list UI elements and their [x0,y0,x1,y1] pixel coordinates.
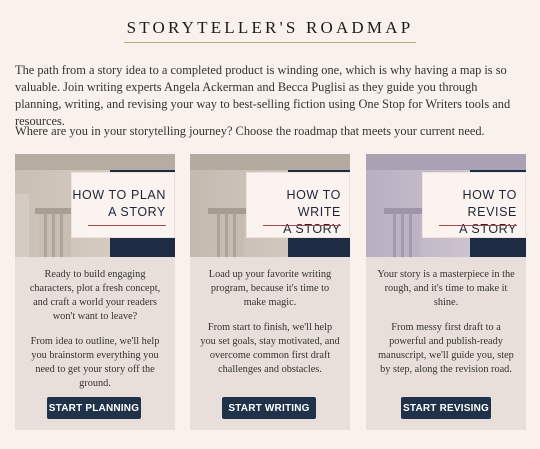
card-text-2: From messy first draft to a powerful and… [378,322,514,375]
intro-paragraph: The path from a story idea to a complete… [15,63,511,128]
card-image: HOW TO REVISE A STORY [366,154,526,257]
start-writing-button[interactable]: START WRITING [222,397,316,419]
card-title: HOW TO PLAN A STORY [72,188,166,219]
card-description: Load up your favorite writing program, b… [190,268,350,388]
title-underline [439,225,517,226]
start-planning-button[interactable]: START PLANNING [47,397,141,419]
card-text-1: Load up your favorite writing program, b… [208,269,332,308]
card-text-1: Your story is a masterpiece in the rough… [377,269,515,308]
card-text-2: From idea to outline, we'll help you bra… [30,336,160,389]
roadmap-card-write: HOW TO WRITE A STORY Load up your favori… [190,154,350,430]
start-revising-button[interactable]: START REVISING [401,397,491,419]
title-underline [263,225,341,226]
card-description: Your story is a masterpiece in the rough… [366,268,526,388]
card-title-box: HOW TO PLAN A STORY [71,172,175,238]
card-image: HOW TO WRITE A STORY [190,154,350,257]
card-title: HOW TO WRITE A STORY [283,188,341,236]
page-header: STORYTELLER'S ROADMAP [0,18,540,43]
page-title: STORYTELLER'S ROADMAP [124,18,416,43]
card-image: HOW TO PLAN A STORY [15,154,175,257]
title-underline [88,225,166,226]
roadmap-question: Where are you in your storytelling journ… [15,124,485,138]
card-title: HOW TO REVISE A STORY [459,188,517,236]
card-title-box: HOW TO REVISE A STORY [422,172,526,238]
roadmap-card-plan: HOW TO PLAN A STORY Ready to build engag… [15,154,175,430]
card-text-1: Ready to build engaging characters, plot… [29,269,161,322]
card-text-2: From start to finish, we'll help you set… [200,322,340,375]
card-title-box: HOW TO WRITE A STORY [246,172,350,238]
card-description: Ready to build engaging characters, plot… [15,268,175,402]
roadmap-card-revise: HOW TO REVISE A STORY Your story is a ma… [366,154,526,430]
